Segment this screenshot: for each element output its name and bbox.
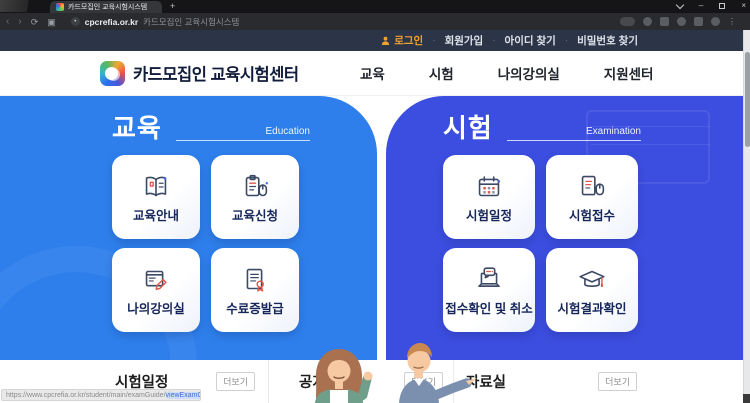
graduation-cap-icon <box>579 270 605 288</box>
separator-dot: · <box>492 35 496 46</box>
browser-menu-icon[interactable]: ⋮ <box>728 17 736 26</box>
status-url-text: https://www.cpcrefia.or.kr/student/main/… <box>6 391 166 399</box>
document-pencil-icon <box>145 270 167 290</box>
screen: 카드모집인 교육시험시스템 + – × ‹ › ⟳ ▣ • cpcrefia.o… <box>0 0 750 403</box>
status-url-highlight: viewExamGuide.do <box>165 391 200 399</box>
separator-dot: · <box>564 35 569 46</box>
restore-button[interactable] <box>719 3 726 9</box>
url-domain: cpcrefia.or.kr <box>84 16 139 27</box>
window-controls: – × <box>675 0 746 11</box>
calendar-icon <box>478 176 501 197</box>
main-nav: 교육 시험 나의강의실 지원센터 <box>360 51 653 95</box>
browser-tab[interactable]: 카드모집인 교육시험시스템 <box>50 1 162 13</box>
education-card-grid: 교육안내 교육신청 나의강의실 수료증발급 <box>112 155 310 332</box>
extension-icons: ⋮ <box>620 17 736 26</box>
nav-item-my-classroom[interactable]: 나의강의실 <box>498 63 560 83</box>
section-title: 자료실 <box>466 375 507 391</box>
url-page-title: 카드모집인 교육시험시스템 <box>143 16 240 27</box>
nav-item-education[interactable]: 교육 <box>360 63 385 83</box>
card-education-guide[interactable]: 교육안내 <box>112 155 200 239</box>
translate-icon[interactable] <box>620 17 635 26</box>
refresh-icon[interactable]: ⟳ <box>31 17 39 27</box>
card-label: 시험일정 <box>465 209 512 223</box>
signup-link[interactable]: 회원가입 <box>445 33 484 48</box>
exam-panel-header: 시험 Examination <box>443 115 641 141</box>
main-panels: 교육 Education 교육안내 교육신청 나의강의실 수료증발급 시험 Ex… <box>0 96 750 403</box>
card-exam-apply[interactable]: 시험접수 <box>546 155 638 239</box>
profile-icon[interactable] <box>711 17 720 26</box>
exam-panel: 시험 Examination 시험일정 시험접수 접수확인 및 취소 시험결과확… <box>386 96 750 360</box>
card-education-apply[interactable]: 교육신청 <box>211 155 299 239</box>
site-header: 카드모집인 교육시험센터 교육 시험 나의강의실 지원센터 <box>0 51 750 96</box>
card-label: 교육신청 <box>231 209 278 223</box>
split-view-icon[interactable] <box>694 17 703 26</box>
card-label: 시험접수 <box>568 209 615 223</box>
card-exam-schedule[interactable]: 시험일정 <box>443 155 535 239</box>
utility-bar: 로그인 · 회원가입 · 아이디 찾기 · 비밀번호 찾기 <box>0 30 750 51</box>
site-title: 카드모집인 교육시험센터 <box>133 66 299 84</box>
more-button[interactable]: 더보기 <box>598 372 637 391</box>
card-label: 교육안내 <box>132 209 179 223</box>
nav-item-support[interactable]: 지원센터 <box>604 63 654 83</box>
separator-dot: · <box>432 35 436 46</box>
extension-icon[interactable] <box>660 17 669 26</box>
status-url-tooltip: https://www.cpcrefia.or.kr/student/main/… <box>1 389 201 401</box>
card-label: 시험결과확인 <box>557 302 627 316</box>
lock-icon[interactable]: • <box>70 17 80 26</box>
section-title: 공지사항 <box>299 375 353 391</box>
open-book-icon <box>145 176 167 197</box>
find-id-link[interactable]: 아이디 찾기 <box>505 33 556 48</box>
clipboard-mouse-icon <box>245 174 269 197</box>
card-label: 나의강의실 <box>127 302 185 316</box>
bottom-archive: 자료실 더보기 <box>453 360 750 403</box>
find-password-link[interactable]: 비밀번호 찾기 <box>577 33 638 48</box>
tab-title: 카드모집인 교육시험시스템 <box>68 4 148 11</box>
person-icon <box>382 36 390 45</box>
laptop-chat-icon <box>478 267 500 287</box>
site-favicon <box>56 3 64 11</box>
close-button[interactable]: × <box>741 1 746 11</box>
card-exam-result[interactable]: 시험결과확인 <box>546 248 638 332</box>
page-scrollbar[interactable] <box>743 30 750 403</box>
document-mouse-icon <box>581 175 605 196</box>
exam-title: 시험 <box>443 113 493 143</box>
certificate-ribbon-icon <box>246 268 264 292</box>
window-edge-decoration <box>0 0 50 12</box>
education-panel: 교육 Education 교육안내 교육신청 나의강의실 수료증발급 <box>0 96 377 360</box>
card-label: 접수확인 및 취소 <box>445 302 533 316</box>
extension-icon[interactable] <box>677 17 686 26</box>
site-logo-icon <box>100 60 125 86</box>
login-label: 로그인 <box>394 35 424 47</box>
education-title: 교육 <box>112 113 162 143</box>
scrollbar-corner <box>743 394 750 403</box>
minimize-button[interactable]: – <box>699 1 703 11</box>
exam-subtitle: Examination <box>506 126 641 141</box>
back-icon[interactable]: ‹ <box>6 16 9 27</box>
education-panel-header: 교육 Education <box>112 115 310 141</box>
nav-item-exam[interactable]: 시험 <box>429 63 454 83</box>
bottom-notice: 공지사항 더보기 <box>268 360 453 403</box>
sidebar-icon[interactable]: ▣ <box>47 17 56 27</box>
extension-icon[interactable] <box>643 17 652 26</box>
site-logo[interactable]: 카드모집인 교육시험센터 <box>100 60 299 86</box>
scrollbar-thumb[interactable] <box>745 52 750 147</box>
new-tab-button[interactable]: + <box>170 2 175 11</box>
forward-icon[interactable]: › <box>18 16 21 27</box>
card-my-classroom[interactable]: 나의강의실 <box>112 248 200 332</box>
more-button[interactable]: 더보기 <box>216 372 255 391</box>
education-subtitle: Education <box>175 126 310 141</box>
card-label: 수료증발급 <box>226 302 284 316</box>
tab-search-chevron-icon[interactable] <box>675 0 685 10</box>
card-application-check-cancel[interactable]: 접수확인 및 취소 <box>443 248 535 332</box>
card-certificate-issue[interactable]: 수료증발급 <box>211 248 299 332</box>
more-button[interactable]: 더보기 <box>404 372 443 391</box>
exam-card-grid: 시험일정 시험접수 접수확인 및 취소 시험결과확인 <box>443 155 641 332</box>
address-bar[interactable]: • cpcrefia.or.kr 카드모집인 교육시험시스템 <box>70 16 611 28</box>
login-link[interactable]: 로그인 <box>381 33 423 48</box>
browser-tab-bar: 카드모집인 교육시험시스템 + – × <box>0 0 750 13</box>
browser-toolbar: ‹ › ⟳ ▣ • cpcrefia.or.kr 카드모집인 교육시험시스템 ⋮ <box>0 13 750 30</box>
